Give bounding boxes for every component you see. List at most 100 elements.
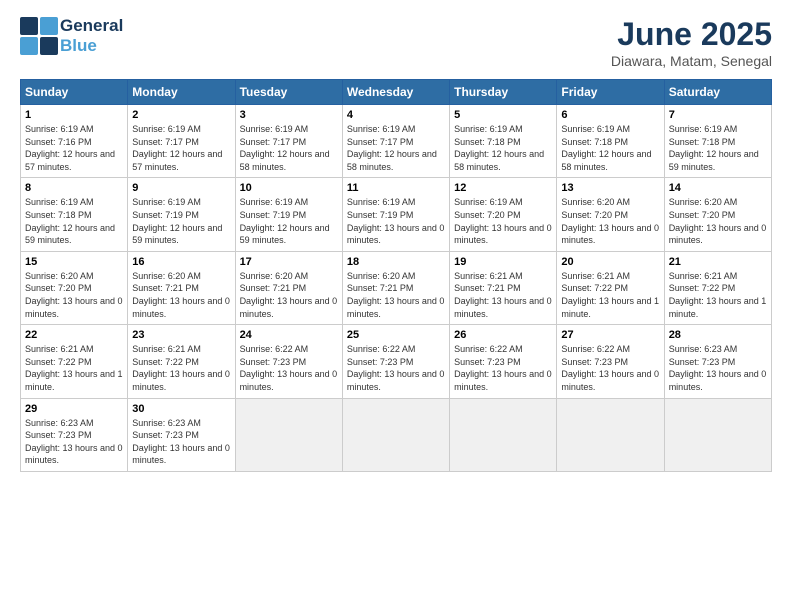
calendar-cell: 18Sunrise: 6:20 AMSunset: 7:21 PMDayligh… [342, 251, 449, 324]
calendar-week-row: 22Sunrise: 6:21 AMSunset: 7:22 PMDayligh… [21, 325, 772, 398]
day-info: Sunrise: 6:19 AMSunset: 7:18 PMDaylight:… [669, 123, 767, 173]
calendar-cell: 16Sunrise: 6:20 AMSunset: 7:21 PMDayligh… [128, 251, 235, 324]
day-number: 17 [240, 256, 338, 268]
day-info: Sunrise: 6:19 AMSunset: 7:19 PMDaylight:… [132, 196, 230, 246]
day-number: 28 [669, 329, 767, 341]
header: General Blue June 2025 Diawara, Matam, S… [20, 16, 772, 69]
calendar-cell: 11Sunrise: 6:19 AMSunset: 7:19 PMDayligh… [342, 178, 449, 251]
day-info: Sunrise: 6:21 AMSunset: 7:22 PMDaylight:… [669, 270, 767, 320]
calendar-cell: 26Sunrise: 6:22 AMSunset: 7:23 PMDayligh… [450, 325, 557, 398]
day-number: 8 [25, 182, 123, 194]
day-number: 23 [132, 329, 230, 341]
calendar-cell: 9 Sunrise: 6:19 AMSunset: 7:19 PMDaylight… [128, 178, 235, 251]
day-number: 25 [347, 329, 445, 341]
calendar-cell: 17 Sunrise: 6:20 AMSunset: 7:21 PMDayligh… [235, 251, 342, 324]
calendar-cell: 2 Sunrise: 6:19 AMSunset: 7:17 PMDaylight… [128, 105, 235, 178]
day-info: Sunrise: 6:19 AMSunset: 7:18 PMDaylight:… [454, 123, 552, 173]
day-info: Sunrise: 6:22 AMSunset: 7:23 PMDaylight:… [240, 343, 338, 393]
col-tuesday: Tuesday [235, 80, 342, 105]
calendar-cell: 13 Sunrise: 6:20 AMSunset: 7:20 PMDayligh… [557, 178, 664, 251]
day-info: Sunrise: 6:19 AMSunset: 7:20 PMDaylight:… [454, 196, 552, 246]
title-block: June 2025 Diawara, Matam, Senegal [611, 16, 772, 69]
calendar-cell: 3Sunrise: 6:19 AMSunset: 7:17 PMDaylight… [235, 105, 342, 178]
calendar-cell: 1 Sunrise: 6:19 AMSunset: 7:16 PMDaylight… [21, 105, 128, 178]
day-info: Sunrise: 6:19 AMSunset: 7:19 PMDaylight:… [347, 196, 445, 246]
day-info: Sunrise: 6:21 AMSunset: 7:21 PMDaylight:… [454, 270, 552, 320]
calendar-cell: 27Sunrise: 6:22 AMSunset: 7:23 PMDayligh… [557, 325, 664, 398]
calendar-cell: 5 Sunrise: 6:19 AMSunset: 7:18 PMDaylight… [450, 105, 557, 178]
day-info: Sunrise: 6:19 AMSunset: 7:16 PMDaylight:… [25, 123, 123, 173]
day-info: Sunrise: 6:21 AMSunset: 7:22 PMDaylight:… [561, 270, 659, 320]
day-number: 9 [132, 182, 230, 194]
calendar-cell: 7Sunrise: 6:19 AMSunset: 7:18 PMDaylight… [664, 105, 771, 178]
day-number: 27 [561, 329, 659, 341]
calendar-cell: 20 Sunrise: 6:21 AMSunset: 7:22 PMDayligh… [557, 251, 664, 324]
col-sunday: Sunday [21, 80, 128, 105]
day-number: 13 [561, 182, 659, 194]
day-number: 10 [240, 182, 338, 194]
day-number: 16 [132, 256, 230, 268]
calendar-cell: 6 Sunrise: 6:19 AMSunset: 7:18 PMDaylight… [557, 105, 664, 178]
calendar-cell: 21 Sunrise: 6:21 AMSunset: 7:22 PMDayligh… [664, 251, 771, 324]
day-number: 19 [454, 256, 552, 268]
calendar-cell [235, 398, 342, 471]
day-info: Sunrise: 6:19 AMSunset: 7:17 PMDaylight:… [132, 123, 230, 173]
day-info: Sunrise: 6:19 AMSunset: 7:18 PMDaylight:… [561, 123, 659, 173]
day-info: Sunrise: 6:20 AMSunset: 7:20 PMDaylight:… [669, 196, 767, 246]
calendar-cell: 28 Sunrise: 6:23 AMSunset: 7:23 PMDayligh… [664, 325, 771, 398]
page: General Blue June 2025 Diawara, Matam, S… [0, 0, 792, 612]
day-number: 3 [240, 109, 338, 121]
day-info: Sunrise: 6:23 AMSunset: 7:23 PMDaylight:… [132, 417, 230, 467]
day-number: 1 [25, 109, 123, 121]
day-number: 14 [669, 182, 767, 194]
calendar-cell: 22Sunrise: 6:21 AMSunset: 7:22 PMDayligh… [21, 325, 128, 398]
logo: General Blue [20, 16, 123, 57]
day-number: 30 [132, 403, 230, 415]
day-info: Sunrise: 6:20 AMSunset: 7:20 PMDaylight:… [561, 196, 659, 246]
day-info: Sunrise: 6:22 AMSunset: 7:23 PMDaylight:… [347, 343, 445, 393]
col-friday: Friday [557, 80, 664, 105]
calendar-week-row: 8 Sunrise: 6:19 AMSunset: 7:18 PMDaylight… [21, 178, 772, 251]
day-info: Sunrise: 6:19 AMSunset: 7:18 PMDaylight:… [25, 196, 123, 246]
calendar-cell [557, 398, 664, 471]
day-info: Sunrise: 6:23 AMSunset: 7:23 PMDaylight:… [25, 417, 123, 467]
calendar-cell: 10 Sunrise: 6:19 AMSunset: 7:19 PMDayligh… [235, 178, 342, 251]
day-info: Sunrise: 6:19 AMSunset: 7:17 PMDaylight:… [347, 123, 445, 173]
day-info: Sunrise: 6:21 AMSunset: 7:22 PMDaylight:… [132, 343, 230, 393]
day-number: 29 [25, 403, 123, 415]
day-number: 6 [561, 109, 659, 121]
day-info: Sunrise: 6:20 AMSunset: 7:21 PMDaylight:… [240, 270, 338, 320]
day-number: 4 [347, 109, 445, 121]
day-number: 15 [25, 256, 123, 268]
day-info: Sunrise: 6:23 AMSunset: 7:23 PMDaylight:… [669, 343, 767, 393]
calendar-cell: 4 Sunrise: 6:19 AMSunset: 7:17 PMDaylight… [342, 105, 449, 178]
calendar-cell: 19 Sunrise: 6:21 AMSunset: 7:21 PMDayligh… [450, 251, 557, 324]
calendar-week-row: 29 Sunrise: 6:23 AMSunset: 7:23 PMDayligh… [21, 398, 772, 471]
calendar-cell [342, 398, 449, 471]
day-number: 20 [561, 256, 659, 268]
calendar-week-row: 15 Sunrise: 6:20 AMSunset: 7:20 PMDayligh… [21, 251, 772, 324]
calendar-cell: 15 Sunrise: 6:20 AMSunset: 7:20 PMDayligh… [21, 251, 128, 324]
calendar-cell: 12 Sunrise: 6:19 AMSunset: 7:20 PMDayligh… [450, 178, 557, 251]
day-info: Sunrise: 6:19 AMSunset: 7:19 PMDaylight:… [240, 196, 338, 246]
day-number: 21 [669, 256, 767, 268]
calendar-cell: 24 Sunrise: 6:22 AMSunset: 7:23 PMDayligh… [235, 325, 342, 398]
col-monday: Monday [128, 80, 235, 105]
col-wednesday: Wednesday [342, 80, 449, 105]
subtitle: Diawara, Matam, Senegal [611, 53, 772, 69]
day-number: 2 [132, 109, 230, 121]
header-row: Sunday Monday Tuesday Wednesday Thursday… [21, 80, 772, 105]
day-info: Sunrise: 6:22 AMSunset: 7:23 PMDaylight:… [454, 343, 552, 393]
calendar-cell: 25 Sunrise: 6:22 AMSunset: 7:23 PMDayligh… [342, 325, 449, 398]
calendar-cell: 23 Sunrise: 6:21 AMSunset: 7:22 PMDayligh… [128, 325, 235, 398]
col-saturday: Saturday [664, 80, 771, 105]
logo-general: General [60, 16, 123, 36]
calendar-cell: 29 Sunrise: 6:23 AMSunset: 7:23 PMDayligh… [21, 398, 128, 471]
logo-icon [20, 17, 58, 55]
day-number: 12 [454, 182, 552, 194]
calendar-cell [664, 398, 771, 471]
day-number: 5 [454, 109, 552, 121]
day-number: 24 [240, 329, 338, 341]
calendar-cell: 8 Sunrise: 6:19 AMSunset: 7:18 PMDaylight… [21, 178, 128, 251]
day-info: Sunrise: 6:20 AMSunset: 7:20 PMDaylight:… [25, 270, 123, 320]
